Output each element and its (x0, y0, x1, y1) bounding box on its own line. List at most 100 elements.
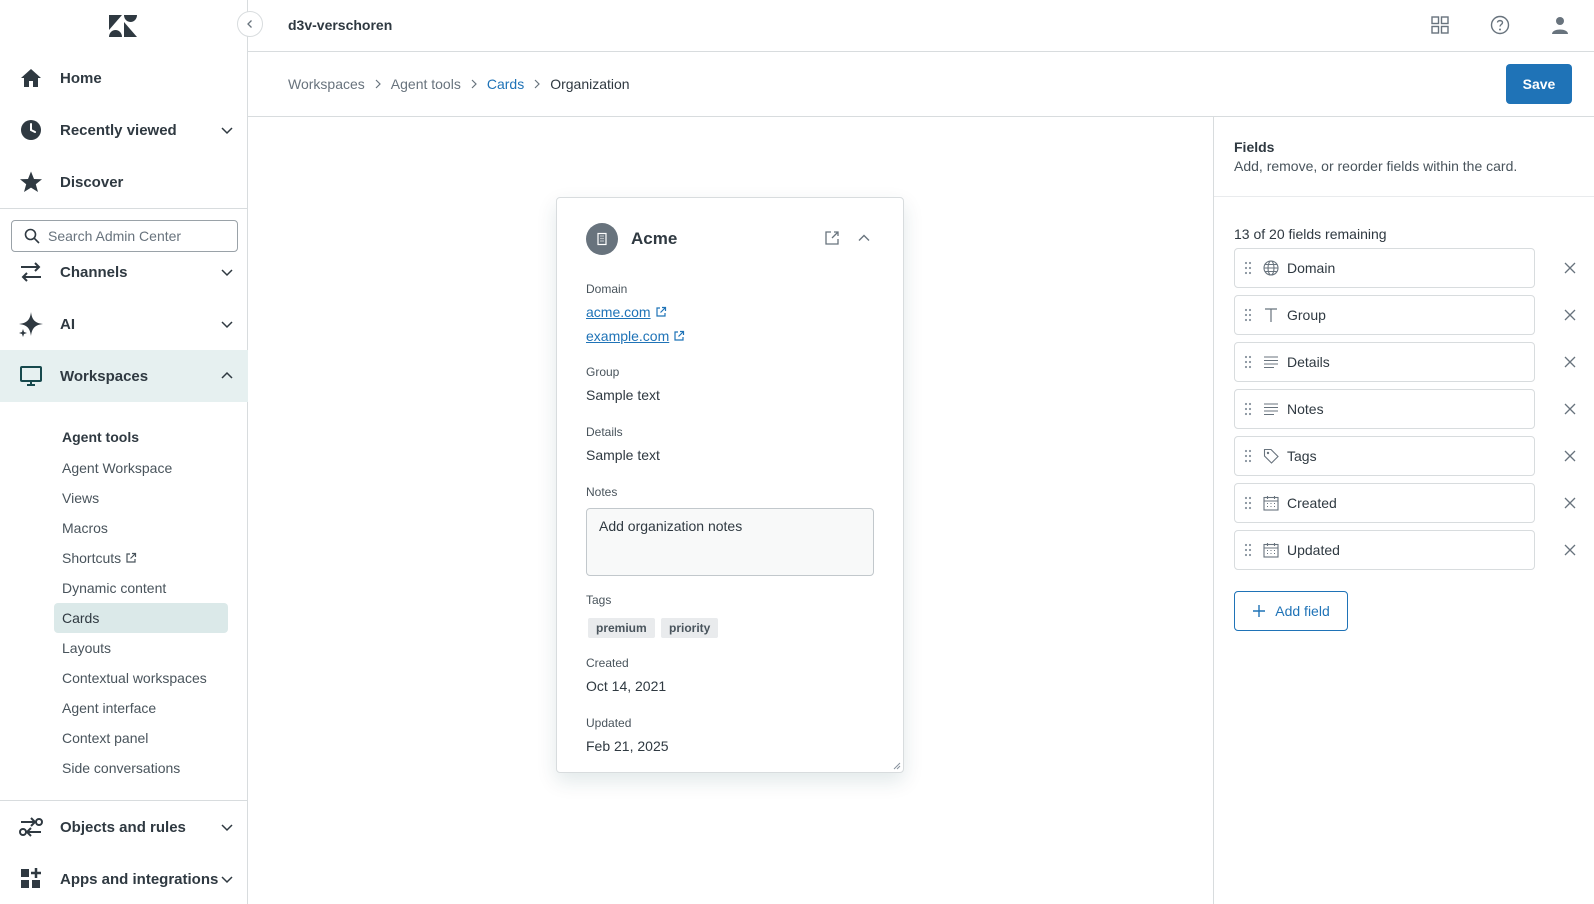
sub-nav-label: Agent Workspace (62, 460, 173, 476)
nav-ai[interactable]: AI (0, 298, 248, 350)
field-name: Domain (1287, 260, 1336, 276)
remove-field-notes-button[interactable] (1558, 397, 1582, 421)
collapse-sidebar-button[interactable] (237, 11, 263, 37)
sub-nav-contextual-workspaces[interactable]: Contextual workspaces (54, 663, 228, 693)
sub-nav-dynamic-content[interactable]: Dynamic content (54, 573, 228, 603)
fields-remaining-count: 13 of 20 fields remaining (1234, 226, 1387, 242)
chevron-right-icon (375, 79, 381, 89)
nav-label: Workspaces (60, 367, 149, 385)
sidebar: Home Recently viewed Discover Channels (0, 0, 248, 904)
sub-nav-label: Layouts (62, 640, 112, 656)
remove-field-updated-button[interactable] (1558, 538, 1582, 562)
sub-nav-shortcuts[interactable]: Shortcuts (54, 543, 228, 573)
close-icon (1564, 356, 1576, 368)
field-row-created[interactable]: Created (1234, 483, 1535, 523)
close-icon (1564, 403, 1576, 415)
nav-home[interactable]: Home (0, 52, 248, 104)
remove-field-details-button[interactable] (1558, 350, 1582, 374)
field-row-notes[interactable]: Notes (1234, 389, 1535, 429)
save-button[interactable]: Save (1506, 64, 1572, 104)
drag-handle-icon[interactable] (1243, 496, 1253, 510)
resize-handle-icon[interactable] (893, 762, 901, 770)
remove-field-tags-button[interactable] (1558, 444, 1582, 468)
text-icon (1262, 306, 1280, 324)
nav-objects-and-rules[interactable]: Objects and rules (0, 801, 248, 853)
drag-handle-icon[interactable] (1243, 543, 1253, 557)
sub-nav-label: Agent interface (62, 700, 157, 716)
field-row-domain[interactable]: Domain (1234, 248, 1535, 288)
sub-nav-label: Macros (62, 520, 108, 536)
sub-nav-agent-interface[interactable]: Agent interface (54, 693, 228, 723)
close-icon (1564, 262, 1576, 274)
add-field-label: Add field (1275, 603, 1330, 619)
notes-textarea[interactable]: Add organization notes (586, 508, 874, 576)
chevron-down-icon (221, 269, 233, 277)
sub-nav-context-panel[interactable]: Context panel (54, 723, 228, 753)
field-row-updated[interactable]: Updated (1234, 530, 1535, 570)
drag-handle-icon[interactable] (1243, 308, 1253, 322)
globe-icon (1262, 259, 1280, 277)
field-row-tags[interactable]: Tags (1234, 436, 1535, 476)
fields-panel-description: Add, remove, or reorder fields within th… (1234, 158, 1518, 174)
field-row-group[interactable]: Group (1234, 295, 1535, 335)
nav-label: AI (60, 315, 75, 333)
remove-field-group-button[interactable] (1558, 303, 1582, 327)
close-icon (1564, 497, 1576, 509)
chevron-down-icon (221, 127, 233, 135)
zendesk-logo-icon[interactable] (108, 14, 138, 38)
monitor-icon (18, 363, 44, 389)
chevron-down-icon (221, 321, 233, 329)
collapse-card-button[interactable] (855, 229, 873, 247)
breadcrumb-cards[interactable]: Cards (487, 76, 524, 92)
drag-handle-icon[interactable] (1243, 449, 1253, 463)
chevron-right-icon (534, 79, 541, 89)
nav-label: Apps and integrations (60, 870, 219, 888)
sub-nav-side-conversations[interactable]: Side conversations (54, 753, 228, 783)
organization-name: Acme (631, 229, 678, 248)
sub-nav-views[interactable]: Views (54, 483, 228, 513)
calendar-icon (1262, 541, 1280, 559)
fields-panel: Fields Add, remove, or reorder fields wi… (1213, 117, 1594, 904)
lines-icon (1262, 353, 1280, 371)
drag-handle-icon[interactable] (1243, 402, 1253, 416)
sub-nav-cards[interactable]: Cards (54, 603, 228, 633)
search-input[interactable] (48, 228, 228, 244)
nav-recently-viewed[interactable]: Recently viewed (0, 104, 248, 156)
sub-nav-label: Shortcuts (62, 550, 122, 566)
open-organization-button[interactable] (823, 229, 841, 247)
external-link-icon (126, 552, 137, 563)
field-name: Group (1287, 307, 1326, 323)
lines-icon (1262, 400, 1280, 418)
sidebar-divider (0, 208, 248, 209)
product-tray-button[interactable] (1429, 14, 1451, 36)
remove-field-created-button[interactable] (1558, 491, 1582, 515)
sub-nav-layouts[interactable]: Layouts (54, 633, 228, 663)
field-row-details[interactable]: Details (1234, 342, 1535, 382)
drag-handle-icon[interactable] (1243, 355, 1253, 369)
nav-discover[interactable]: Discover (0, 156, 248, 208)
chevron-up-icon (221, 371, 233, 379)
breadcrumb-agent-tools[interactable]: Agent tools (391, 76, 461, 92)
help-icon (1490, 15, 1510, 35)
nav-workspaces[interactable]: Workspaces (0, 350, 248, 402)
close-icon (1564, 544, 1576, 556)
remove-field-domain-button[interactable] (1558, 256, 1582, 280)
nav-apps-and-integrations[interactable]: Apps and integrations (0, 853, 248, 904)
external-link-icon (655, 306, 666, 317)
notes-label: Notes (586, 485, 618, 499)
sub-nav-agent-workspace[interactable]: Agent Workspace (54, 453, 228, 483)
organization-card-preview: Acme Domain acme.com example.com Group S… (556, 197, 904, 773)
domain-link[interactable]: acme.com (586, 304, 667, 320)
nav-label: Channels (60, 263, 128, 281)
domain-link[interactable]: example.com (586, 328, 685, 344)
help-button[interactable] (1489, 14, 1511, 36)
sub-nav-macros[interactable]: Macros (54, 513, 228, 543)
breadcrumb-workspaces[interactable]: Workspaces (288, 76, 365, 92)
drag-handle-icon[interactable] (1243, 261, 1253, 275)
field-name: Updated (1287, 542, 1340, 558)
external-link-icon (674, 330, 685, 341)
field-name: Tags (1287, 448, 1317, 464)
add-field-button[interactable]: Add field (1234, 591, 1348, 631)
nav-channels[interactable]: Channels (0, 246, 248, 298)
user-menu-button[interactable] (1549, 14, 1571, 36)
